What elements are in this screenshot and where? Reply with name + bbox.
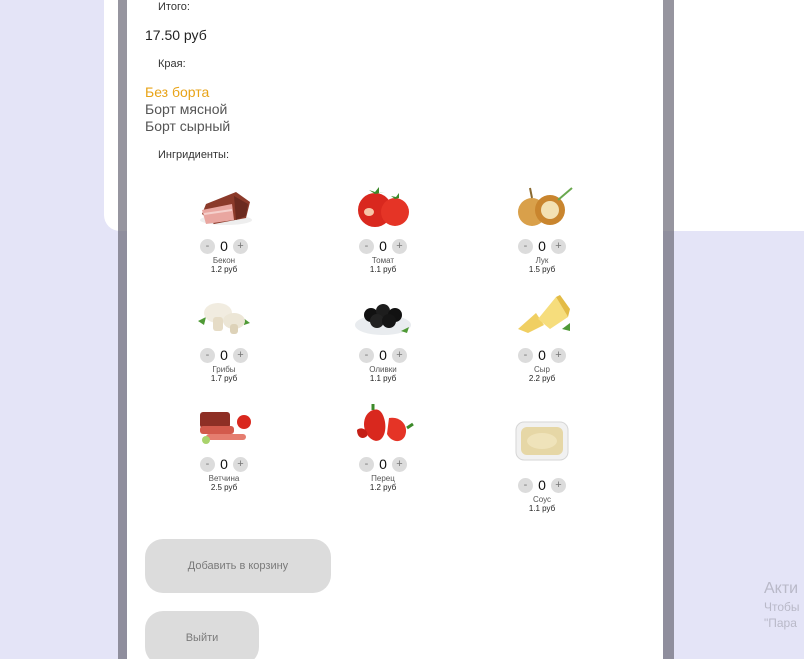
ingredient-price: 1.7 руб xyxy=(210,374,238,383)
exit-button[interactable]: Выйти xyxy=(145,611,259,659)
increase-tomato-button[interactable]: + xyxy=(392,238,407,254)
edges-options: Без борта Борт мясной Борт сырный xyxy=(145,84,230,135)
decrease-pepper-button[interactable]: - xyxy=(359,456,374,472)
olives-icon xyxy=(351,290,415,342)
activation-line: Чтобы xyxy=(764,600,800,614)
ingredient-name: Сыр xyxy=(534,365,550,374)
increase-ham-button[interactable]: + xyxy=(233,456,248,472)
increase-mushrooms-button[interactable]: + xyxy=(233,347,248,363)
ingredient-mushrooms: - 0 + Грибы 1.7 руб xyxy=(164,290,284,383)
ingredient-price: 2.5 руб xyxy=(210,483,238,492)
windows-activation-watermark: Акти Чтобы "Пара xyxy=(764,580,800,630)
ham-quantity: 0 xyxy=(220,456,228,472)
ingredient-name: Оливки xyxy=(369,365,397,374)
cheese-icon xyxy=(510,290,574,342)
ingredient-price: 1.2 руб xyxy=(369,483,397,492)
ingredient-price: 1.5 руб xyxy=(528,265,556,274)
cheese-quantity: 0 xyxy=(538,347,546,363)
increase-bacon-button[interactable]: + xyxy=(233,238,248,254)
ingredient-price: 1.2 руб xyxy=(210,265,238,274)
ingredient-price: 1.1 руб xyxy=(369,265,397,274)
edge-option-none[interactable]: Без борта xyxy=(145,84,230,101)
decrease-tomato-button[interactable]: - xyxy=(359,238,374,254)
ingredient-price: 1.1 руб xyxy=(528,504,556,513)
ingredients-grid: - 0 + Бекон 1.2 руб - 0 + Томат 1.1 руб … xyxy=(127,178,663,528)
decrease-bacon-button[interactable]: - xyxy=(200,238,215,254)
decrease-sauce-button[interactable]: - xyxy=(518,477,533,493)
decrease-cheese-button[interactable]: - xyxy=(518,347,533,363)
decrease-olives-button[interactable]: - xyxy=(359,347,374,363)
tomato-quantity: 0 xyxy=(379,238,387,254)
decrease-mushrooms-button[interactable]: - xyxy=(200,347,215,363)
pepper-icon xyxy=(351,399,415,451)
increase-cheese-button[interactable]: + xyxy=(551,347,566,363)
edge-option-cheese[interactable]: Борт сырный xyxy=(145,118,230,135)
olives-quantity: 0 xyxy=(379,347,387,363)
ingredient-name: Томат xyxy=(371,256,395,265)
pepper-quantity: 0 xyxy=(379,456,387,472)
bacon-icon xyxy=(192,181,256,233)
ingredient-name: Перец xyxy=(371,474,395,483)
ingredient-name: Соус xyxy=(532,495,552,504)
increase-olives-button[interactable]: + xyxy=(392,347,407,363)
ingredient-tomato: - 0 + Томат 1.1 руб xyxy=(323,181,443,274)
add-to-cart-button[interactable]: Добавить в корзину xyxy=(145,539,331,593)
ingredient-pepper: - 0 + Перец 1.2 руб xyxy=(323,399,443,492)
sauce-quantity: 0 xyxy=(538,477,546,493)
ingredient-price: 2.2 руб xyxy=(528,374,556,383)
ingredient-cheese: - 0 + Сыр 2.2 руб xyxy=(482,290,602,383)
increase-sauce-button[interactable]: + xyxy=(551,477,566,493)
ham-icon xyxy=(192,399,256,451)
onion-quantity: 0 xyxy=(538,238,546,254)
mushroom-icon xyxy=(192,290,256,342)
ingredient-olives: - 0 + Оливки 1.1 руб xyxy=(323,290,443,383)
edges-label: Края: xyxy=(158,58,186,70)
decrease-onion-button[interactable]: - xyxy=(518,238,533,254)
total-value: 17.50 руб xyxy=(145,27,207,43)
ingredient-ham: - 0 + Ветчина 2.5 руб xyxy=(164,399,284,492)
ingredient-name: Лук xyxy=(535,256,549,265)
activation-title: Акти xyxy=(764,580,799,597)
ingredients-label: Ингридиенты: xyxy=(158,149,230,161)
ingredient-name: Грибы xyxy=(212,365,236,374)
edge-option-meat[interactable]: Борт мясной xyxy=(145,101,230,118)
tomato-icon xyxy=(351,181,415,233)
mushrooms-quantity: 0 xyxy=(220,347,228,363)
sauce-icon xyxy=(510,408,574,472)
pizza-config-modal: Итого: 17.50 руб Края: Без борта Борт мя… xyxy=(127,0,663,659)
activation-line: "Пара xyxy=(764,616,797,630)
ingredient-onion: - 0 + Лук 1.5 руб xyxy=(482,181,602,274)
increase-onion-button[interactable]: + xyxy=(551,238,566,254)
ingredient-name: Бекон xyxy=(212,256,236,265)
bacon-quantity: 0 xyxy=(220,238,228,254)
total-label: Итого: xyxy=(158,1,190,13)
ingredient-name: Ветчина xyxy=(208,474,240,483)
ingredient-sauce: - 0 + Соус 1.1 руб xyxy=(482,408,602,513)
decrease-ham-button[interactable]: - xyxy=(200,456,215,472)
ingredient-bacon: - 0 + Бекон 1.2 руб xyxy=(164,181,284,274)
onion-icon xyxy=(510,181,574,233)
ingredient-price: 1.1 руб xyxy=(369,374,397,383)
increase-pepper-button[interactable]: + xyxy=(392,456,407,472)
